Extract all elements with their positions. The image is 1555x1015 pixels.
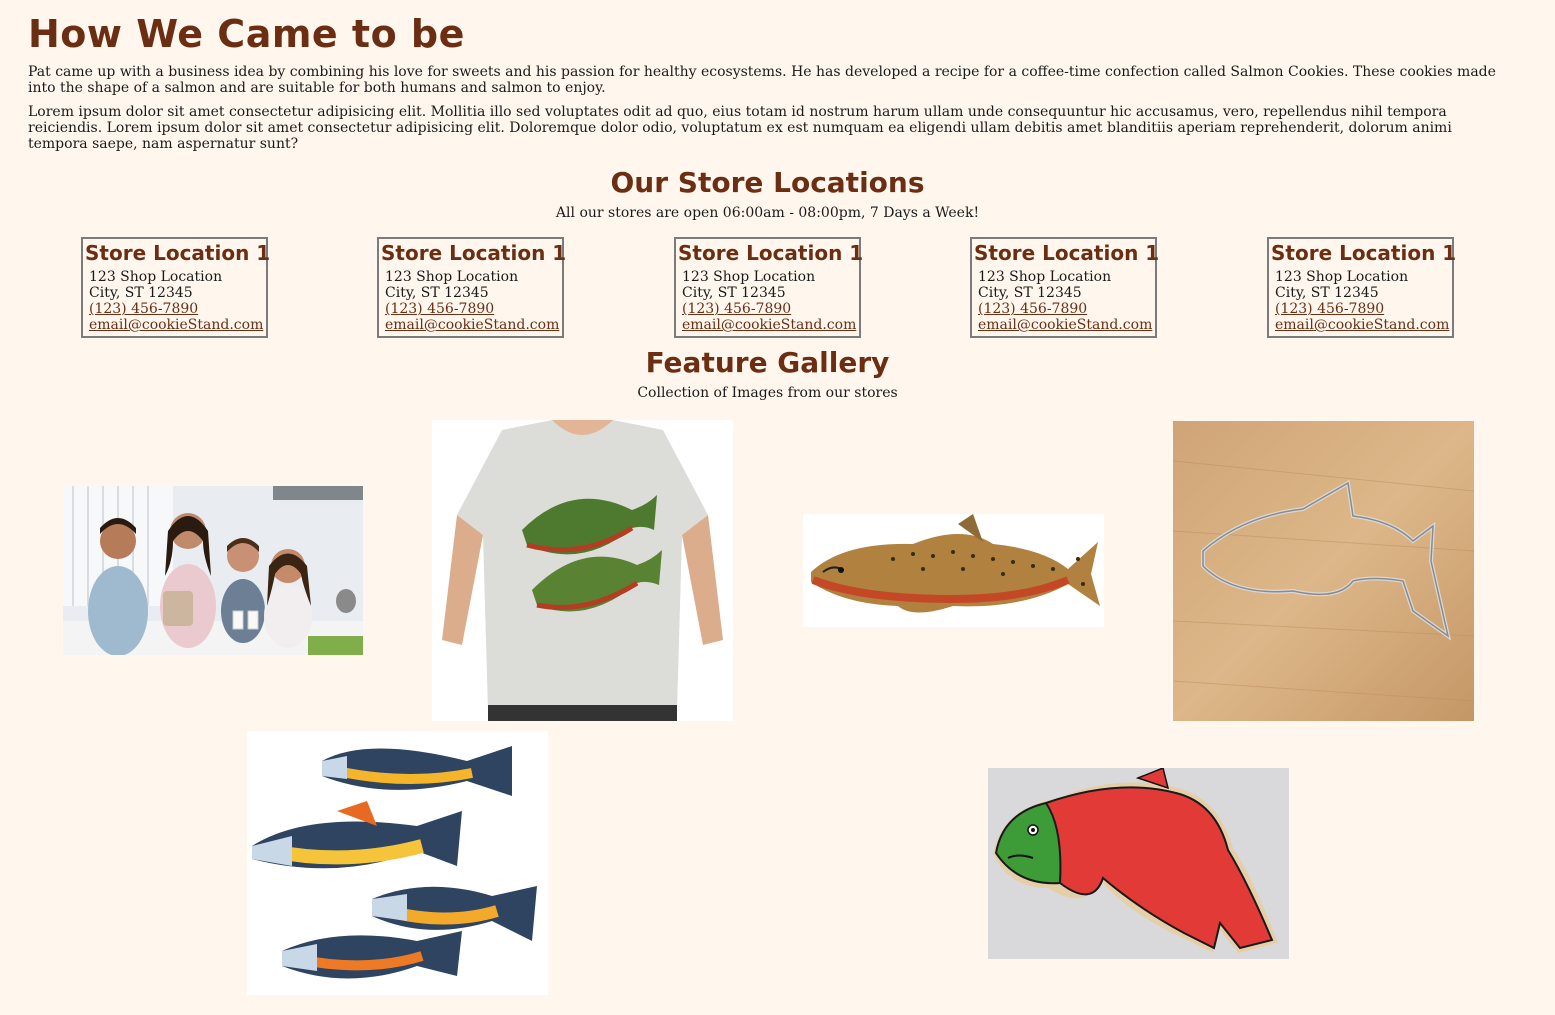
store-card: Store Location 1 123 Shop Location City,…	[81, 237, 271, 338]
store-city: City, ST 12345	[682, 285, 786, 301]
store-email-link[interactable]: email@cookieStand.com	[978, 317, 1152, 333]
page: How We Came to be Pat came up with a bus…	[28, 0, 1518, 160]
gallery-title: Feature Gallery	[645, 346, 890, 379]
store-city: City, ST 12345	[1275, 285, 1379, 301]
store-name: Store Location 1	[1271, 241, 1457, 265]
store-email-link[interactable]: email@cookieStand.com	[385, 317, 559, 333]
store-name: Store Location 1	[381, 241, 567, 265]
store-card: Store Location 1 123 Shop Location City,…	[674, 237, 864, 338]
store-phone-link[interactable]: (123) 456-7890	[385, 301, 494, 317]
store-card: Store Location 1 123 Shop Location City,…	[970, 237, 1160, 338]
store-phone-link[interactable]: (123) 456-7890	[1275, 301, 1384, 317]
store-email-link[interactable]: email@cookieStand.com	[1275, 317, 1449, 333]
store-name: Store Location 1	[85, 241, 271, 265]
gallery-header: Feature Gallery Collection of Images fro…	[0, 346, 1535, 402]
store-name: Store Location 1	[678, 241, 864, 265]
salmon-illustration	[803, 514, 1104, 627]
about-paragraph-1: Pat came up with a business idea by comb…	[28, 63, 1496, 96]
store-phone-link[interactable]: (123) 456-7890	[682, 301, 791, 317]
store-email-link[interactable]: email@cookieStand.com	[89, 317, 263, 333]
store-street: 123 Shop Location	[89, 269, 223, 285]
salmon-tshirt-photo	[432, 420, 733, 721]
store-name: Store Location 1	[974, 241, 1160, 265]
about-paragraph-2: Lorem ipsum dolor sit amet consectetur a…	[28, 103, 1452, 152]
cookie-cutter-photo	[1173, 421, 1474, 721]
locations-header: Our Store Locations All our stores are o…	[0, 166, 1535, 222]
red-salmon-cookie-photo	[988, 768, 1289, 959]
about-title: How We Came to be	[28, 12, 465, 56]
store-street: 123 Shop Location	[1275, 269, 1409, 285]
store-phone-link[interactable]: (123) 456-7890	[89, 301, 198, 317]
store-phone-link[interactable]: (123) 456-7890	[978, 301, 1087, 317]
store-card: Store Location 1 123 Shop Location City,…	[1267, 237, 1457, 338]
family-photo	[63, 486, 363, 655]
store-email-link[interactable]: email@cookieStand.com	[682, 317, 856, 333]
locations-hours: All our stores are open 06:00am - 08:00p…	[555, 204, 980, 221]
store-city: City, ST 12345	[89, 285, 193, 301]
store-city: City, ST 12345	[385, 285, 489, 301]
store-street: 123 Shop Location	[682, 269, 816, 285]
decorated-salmon-cookies-photo	[247, 731, 548, 995]
gallery-subtitle: Collection of Images from our stores	[637, 384, 898, 401]
store-street: 123 Shop Location	[978, 269, 1112, 285]
store-card: Store Location 1 123 Shop Location City,…	[377, 237, 567, 338]
store-street: 123 Shop Location	[385, 269, 519, 285]
store-city: City, ST 12345	[978, 285, 1082, 301]
locations-title: Our Store Locations	[610, 166, 925, 199]
